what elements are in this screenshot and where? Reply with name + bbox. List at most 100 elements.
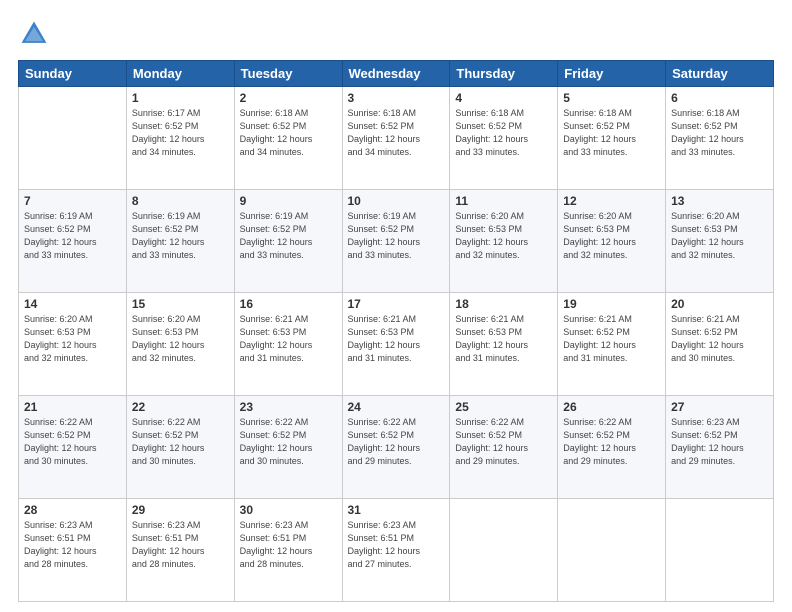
day-number: 6 (671, 91, 768, 105)
day-info: Sunrise: 6:18 AM Sunset: 6:52 PM Dayligh… (563, 107, 660, 159)
day-info: Sunrise: 6:18 AM Sunset: 6:52 PM Dayligh… (240, 107, 337, 159)
day-info: Sunrise: 6:19 AM Sunset: 6:52 PM Dayligh… (24, 210, 121, 262)
day-info: Sunrise: 6:18 AM Sunset: 6:52 PM Dayligh… (671, 107, 768, 159)
calendar-header-friday: Friday (558, 61, 666, 87)
calendar-cell: 11 Sunrise: 6:20 AM Sunset: 6:53 PM Dayli… (450, 190, 558, 293)
day-number: 8 (132, 194, 229, 208)
day-number: 13 (671, 194, 768, 208)
day-number: 4 (455, 91, 552, 105)
calendar-cell: 21Sunrise: 6:22 AM Sunset: 6:52 PM Dayli… (19, 396, 127, 499)
calendar-cell: 26Sunrise: 6:22 AM Sunset: 6:52 PM Dayli… (558, 396, 666, 499)
day-number: 20 (671, 297, 768, 311)
day-info: Sunrise: 6:20 AM Sunset: 6:53 PM Dayligh… (671, 210, 768, 262)
day-info: Sunrise: 6:20 AM Sunset: 6:53 PM Dayligh… (24, 313, 121, 365)
calendar-cell (19, 87, 127, 190)
day-info: Sunrise: 6:21 AM Sunset: 6:53 PM Dayligh… (455, 313, 552, 365)
calendar-cell: 27 Sunrise: 6:23 AM Sunset: 6:52 PM Dayli… (666, 396, 774, 499)
calendar-cell: 18 Sunrise: 6:21 AM Sunset: 6:53 PM Dayli… (450, 293, 558, 396)
day-number: 19 (563, 297, 660, 311)
calendar-cell: 12Sunrise: 6:20 AM Sunset: 6:53 PM Dayli… (558, 190, 666, 293)
day-info: Sunrise: 6:22 AM Sunset: 6:52 PM Dayligh… (348, 416, 445, 468)
day-number: 15 (132, 297, 229, 311)
day-number: 7 (24, 194, 121, 208)
calendar-cell: 14 Sunrise: 6:20 AM Sunset: 6:53 PM Dayli… (19, 293, 127, 396)
calendar-cell: 30 Sunrise: 6:23 AM Sunset: 6:51 PM Dayli… (234, 499, 342, 602)
calendar-cell: 10 Sunrise: 6:19 AM Sunset: 6:52 PM Dayli… (342, 190, 450, 293)
calendar-cell: 2 Sunrise: 6:18 AM Sunset: 6:52 PM Daylig… (234, 87, 342, 190)
calendar-header-saturday: Saturday (666, 61, 774, 87)
calendar-cell: 15 Sunrise: 6:20 AM Sunset: 6:53 PM Dayli… (126, 293, 234, 396)
day-info: Sunrise: 6:23 AM Sunset: 6:52 PM Dayligh… (671, 416, 768, 468)
calendar-cell: 1 Sunrise: 6:17 AM Sunset: 6:52 PM Daylig… (126, 87, 234, 190)
calendar-cell (666, 499, 774, 602)
day-number: 31 (348, 503, 445, 517)
day-info: Sunrise: 6:23 AM Sunset: 6:51 PM Dayligh… (24, 519, 121, 571)
calendar-header-tuesday: Tuesday (234, 61, 342, 87)
calendar-cell: 9 Sunrise: 6:19 AM Sunset: 6:52 PM Daylig… (234, 190, 342, 293)
calendar-cell: 4Sunrise: 6:18 AM Sunset: 6:52 PM Daylig… (450, 87, 558, 190)
day-info: Sunrise: 6:19 AM Sunset: 6:52 PM Dayligh… (240, 210, 337, 262)
day-number: 24 (348, 400, 445, 414)
calendar-cell: 28Sunrise: 6:23 AM Sunset: 6:51 PM Dayli… (19, 499, 127, 602)
calendar-cell: 25 Sunrise: 6:22 AM Sunset: 6:52 PM Dayli… (450, 396, 558, 499)
day-number: 29 (132, 503, 229, 517)
day-number: 2 (240, 91, 337, 105)
calendar-cell: 6 Sunrise: 6:18 AM Sunset: 6:52 PM Daylig… (666, 87, 774, 190)
day-info: Sunrise: 6:21 AM Sunset: 6:53 PM Dayligh… (240, 313, 337, 365)
day-number: 16 (240, 297, 337, 311)
header (18, 18, 774, 50)
calendar-cell: 3Sunrise: 6:18 AM Sunset: 6:52 PM Daylig… (342, 87, 450, 190)
day-info: Sunrise: 6:22 AM Sunset: 6:52 PM Dayligh… (563, 416, 660, 468)
day-info: Sunrise: 6:20 AM Sunset: 6:53 PM Dayligh… (455, 210, 552, 262)
day-number: 17 (348, 297, 445, 311)
day-info: Sunrise: 6:21 AM Sunset: 6:52 PM Dayligh… (563, 313, 660, 365)
calendar-header-sunday: Sunday (19, 61, 127, 87)
calendar-header-row: SundayMondayTuesdayWednesdayThursdayFrid… (19, 61, 774, 87)
day-number: 18 (455, 297, 552, 311)
day-number: 14 (24, 297, 121, 311)
calendar-cell: 17 Sunrise: 6:21 AM Sunset: 6:53 PM Dayli… (342, 293, 450, 396)
calendar-cell (558, 499, 666, 602)
day-info: Sunrise: 6:23 AM Sunset: 6:51 PM Dayligh… (240, 519, 337, 571)
calendar-cell: 24 Sunrise: 6:22 AM Sunset: 6:52 PM Dayli… (342, 396, 450, 499)
calendar-cell: 22 Sunrise: 6:22 AM Sunset: 6:52 PM Dayli… (126, 396, 234, 499)
day-info: Sunrise: 6:19 AM Sunset: 6:52 PM Dayligh… (132, 210, 229, 262)
day-number: 22 (132, 400, 229, 414)
day-number: 1 (132, 91, 229, 105)
calendar-cell: 29 Sunrise: 6:23 AM Sunset: 6:51 PM Dayli… (126, 499, 234, 602)
day-info: Sunrise: 6:21 AM Sunset: 6:53 PM Dayligh… (348, 313, 445, 365)
calendar-cell: 16 Sunrise: 6:21 AM Sunset: 6:53 PM Dayli… (234, 293, 342, 396)
day-number: 21 (24, 400, 121, 414)
day-info: Sunrise: 6:22 AM Sunset: 6:52 PM Dayligh… (132, 416, 229, 468)
calendar-cell: 23Sunrise: 6:22 AM Sunset: 6:52 PM Dayli… (234, 396, 342, 499)
calendar-cell: 5 Sunrise: 6:18 AM Sunset: 6:52 PM Daylig… (558, 87, 666, 190)
calendar-week-1: 1 Sunrise: 6:17 AM Sunset: 6:52 PM Daylig… (19, 87, 774, 190)
day-number: 30 (240, 503, 337, 517)
day-number: 27 (671, 400, 768, 414)
calendar-header-monday: Monday (126, 61, 234, 87)
day-number: 23 (240, 400, 337, 414)
day-number: 3 (348, 91, 445, 105)
day-number: 9 (240, 194, 337, 208)
calendar-cell: 8 Sunrise: 6:19 AM Sunset: 6:52 PM Daylig… (126, 190, 234, 293)
day-number: 11 (455, 194, 552, 208)
calendar-cell: 13 Sunrise: 6:20 AM Sunset: 6:53 PM Dayli… (666, 190, 774, 293)
calendar-week-5: 28Sunrise: 6:23 AM Sunset: 6:51 PM Dayli… (19, 499, 774, 602)
logo (18, 18, 54, 50)
day-info: Sunrise: 6:22 AM Sunset: 6:52 PM Dayligh… (455, 416, 552, 468)
day-info: Sunrise: 6:20 AM Sunset: 6:53 PM Dayligh… (563, 210, 660, 262)
day-info: Sunrise: 6:20 AM Sunset: 6:53 PM Dayligh… (132, 313, 229, 365)
day-info: Sunrise: 6:17 AM Sunset: 6:52 PM Dayligh… (132, 107, 229, 159)
calendar-header-wednesday: Wednesday (342, 61, 450, 87)
day-info: Sunrise: 6:19 AM Sunset: 6:52 PM Dayligh… (348, 210, 445, 262)
day-number: 5 (563, 91, 660, 105)
calendar-week-2: 7 Sunrise: 6:19 AM Sunset: 6:52 PM Daylig… (19, 190, 774, 293)
calendar-table: SundayMondayTuesdayWednesdayThursdayFrid… (18, 60, 774, 602)
calendar-cell: 7 Sunrise: 6:19 AM Sunset: 6:52 PM Daylig… (19, 190, 127, 293)
page: SundayMondayTuesdayWednesdayThursdayFrid… (0, 0, 792, 612)
day-number: 25 (455, 400, 552, 414)
day-number: 10 (348, 194, 445, 208)
calendar-cell (450, 499, 558, 602)
day-info: Sunrise: 6:23 AM Sunset: 6:51 PM Dayligh… (132, 519, 229, 571)
logo-icon (18, 18, 50, 50)
